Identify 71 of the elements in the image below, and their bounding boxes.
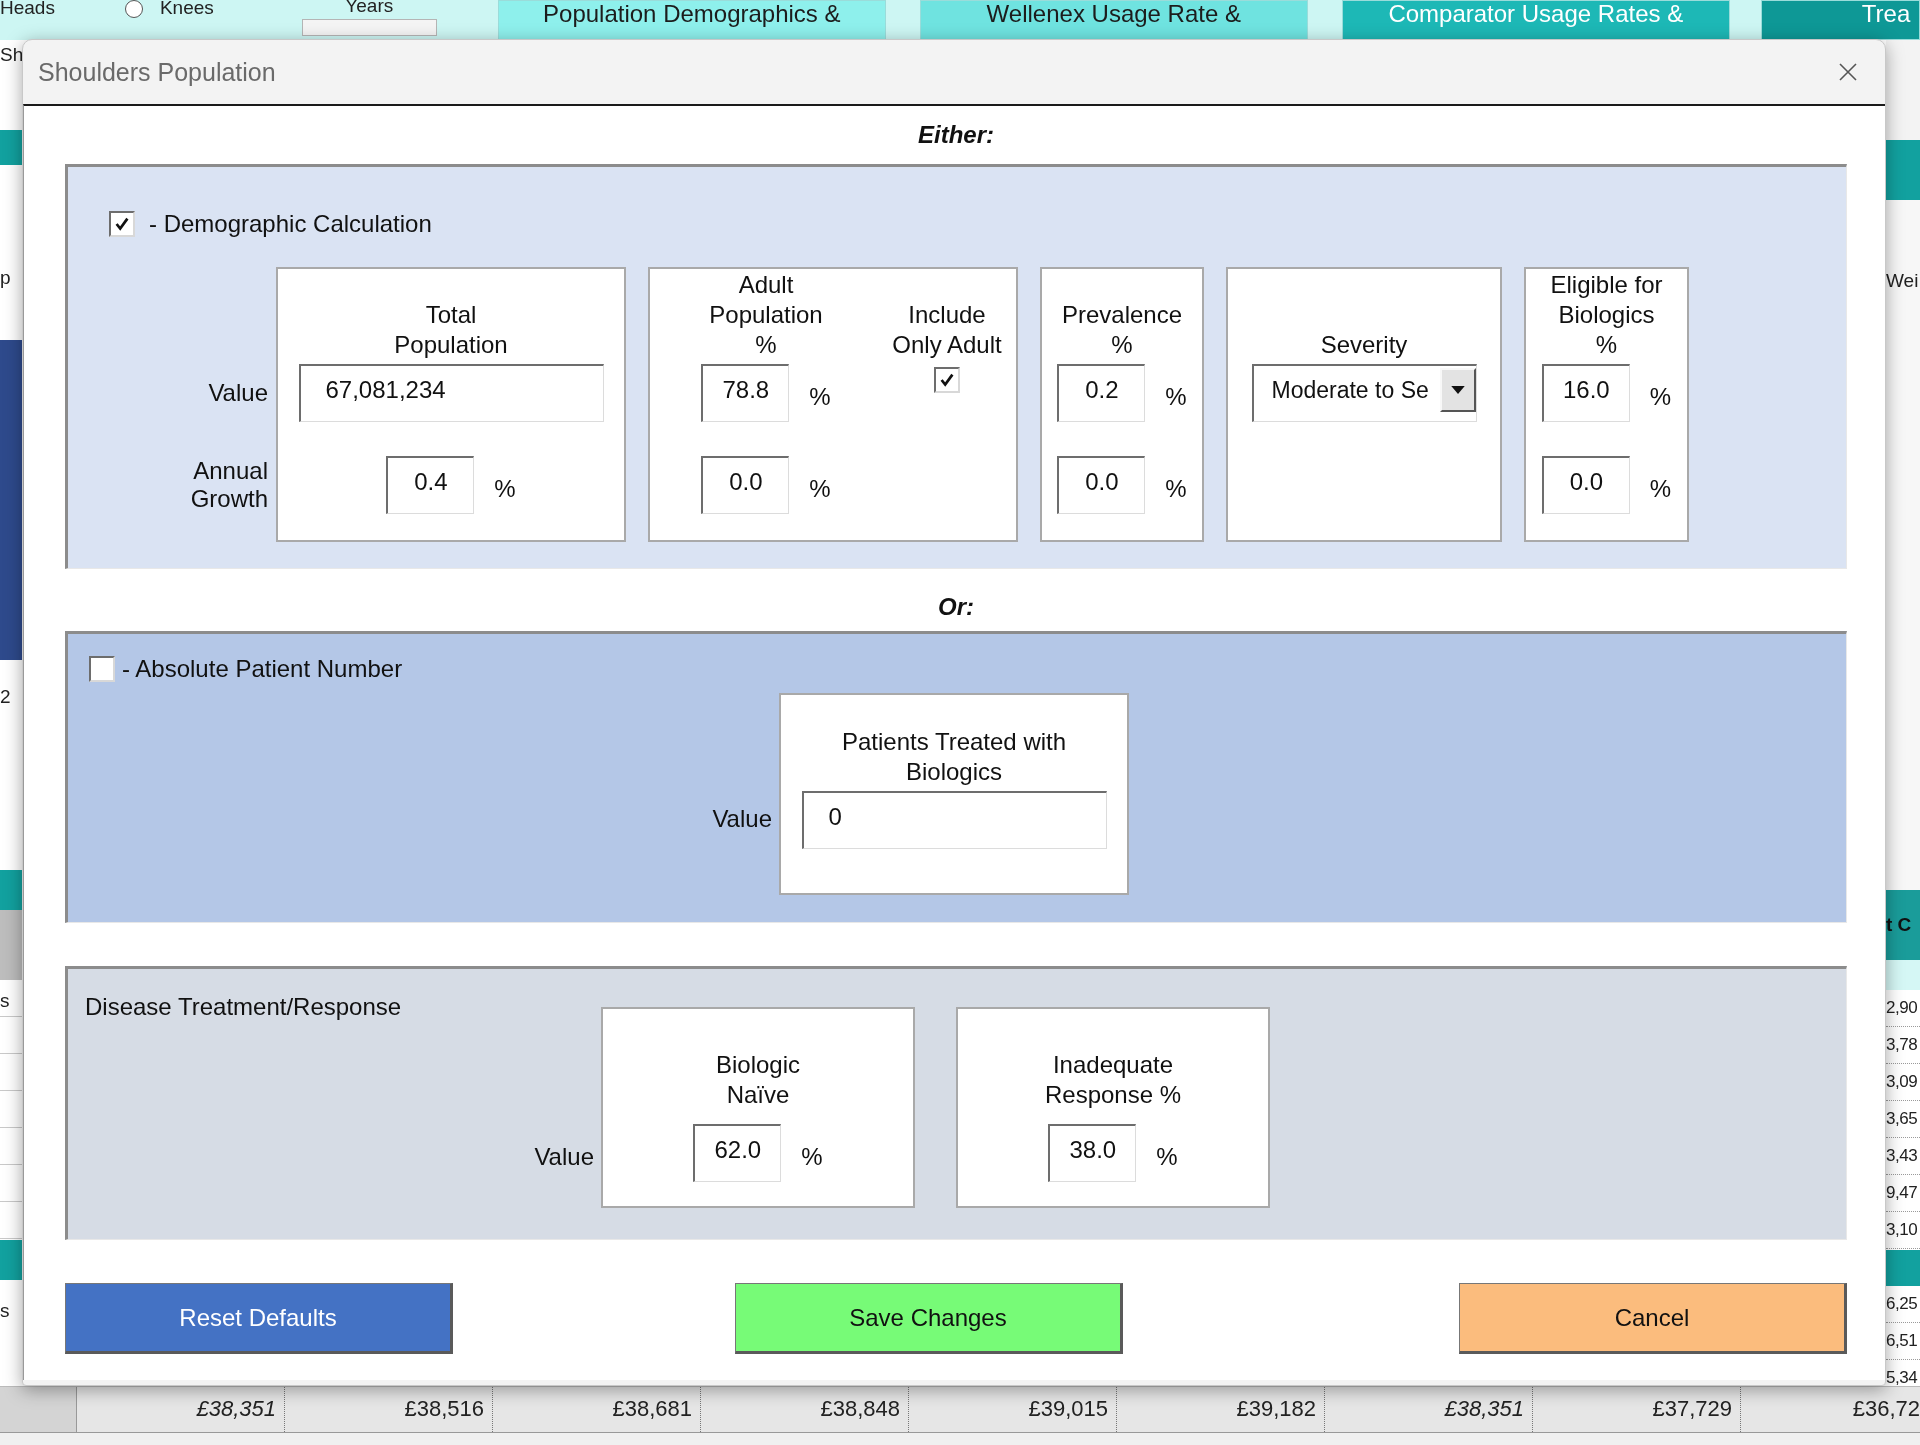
sheet-band [1886,140,1920,200]
dialog-button[interactable]: Cancel [1459,1283,1847,1354]
unit-label: % [1156,1142,1178,1171]
sheet-cell-text: Sh [0,44,22,66]
row-label: Value [208,379,268,407]
dropdown-arrow-button[interactable] [1439,368,1476,412]
close-icon[interactable] [1837,61,1859,83]
option-label: - Absolute Patient Number [122,655,403,683]
row-label: Value [711,805,772,833]
check-icon [113,215,131,233]
unit-label: % [1649,382,1672,411]
column-title: Biologic Naïve [714,1050,801,1110]
chart-label: Wei [1886,270,1920,292]
caret-icon [1450,385,1465,395]
input-field[interactable]: 0.0 [1057,456,1146,514]
window-title: Shoulders Population [38,57,276,87]
input-field[interactable]: 0.2 [1057,364,1146,422]
unit-label: % [809,474,831,503]
input-field[interactable]: 38.0 [1048,1124,1137,1182]
column-title: Patients Treated with Biologics [840,727,1068,787]
radio-label: Knees [159,0,214,18]
section-title: Disease Treatment/Response [85,993,403,1021]
column-title: Inadequate Response % [1043,1050,1183,1110]
option-label: - Demographic Calculation [149,210,432,238]
radio-button[interactable] [124,0,143,18]
sheet-band [0,130,22,165]
input-field[interactable]: 0.4 [386,456,475,514]
dialog-button[interactable]: Reset Defaults [65,1283,453,1354]
dropdown-field[interactable]: Moderate to Se [1251,364,1477,422]
checkbox[interactable] [934,367,960,393]
dialog-button[interactable]: Save Changes [735,1283,1123,1354]
sheet-band [0,1240,22,1280]
section-heading: Either: [918,121,994,149]
column-title: Prevalence % [1060,300,1184,360]
column-title: Eligible for Biologics % [1549,270,1664,360]
column-title: Total Population [393,300,509,360]
sheet-band [1886,960,1920,990]
input-field[interactable]: 16.0 [1541,364,1630,422]
unit-label: % [494,474,516,503]
column-title: Severity [1319,330,1409,360]
check-icon [938,371,956,389]
column-header: t C [1886,914,1913,936]
sheet-cell-text: s [0,990,11,1012]
sheet-cell-text: p [0,267,12,289]
input-field[interactable]: 0 [801,791,1107,849]
input-field[interactable]: 62.0 [693,1124,782,1182]
input-field[interactable]: 0.0 [1541,456,1630,514]
unit-label: % [1165,474,1187,503]
sheet-tab-button[interactable]: Trea [1760,0,1920,40]
input-field[interactable]: 78.8 [701,364,790,422]
column-title: Adult Population % [708,270,824,360]
table-cell-text: £36,72 [1851,1395,1920,1423]
input-field[interactable] [301,19,437,36]
sheet-cell-text: s [0,1300,11,1322]
sheet-tab-button[interactable]: Wellenex Usage Rate & [919,0,1308,40]
input-field[interactable]: 0.0 [701,456,790,514]
row-label: Value [533,1143,594,1171]
row-label: Annual Growth [190,457,268,513]
checkbox[interactable] [89,656,115,682]
column-title: Include Only Adult [891,300,1003,360]
sheet-band [1886,1250,1920,1286]
unit-label: % [1649,474,1672,503]
ribbon-label: Heads [0,0,55,18]
unit-label: % [809,382,831,411]
sheet-tab-button[interactable]: Population Demographics & [497,0,886,40]
unit-label: % [801,1142,823,1171]
section-heading: Or: [938,593,974,621]
input-field[interactable]: 67,081,234 [298,364,604,422]
sheet-cell-text: 2 [0,686,12,708]
checkbox[interactable] [109,211,135,237]
unit-label: % [1165,382,1187,411]
